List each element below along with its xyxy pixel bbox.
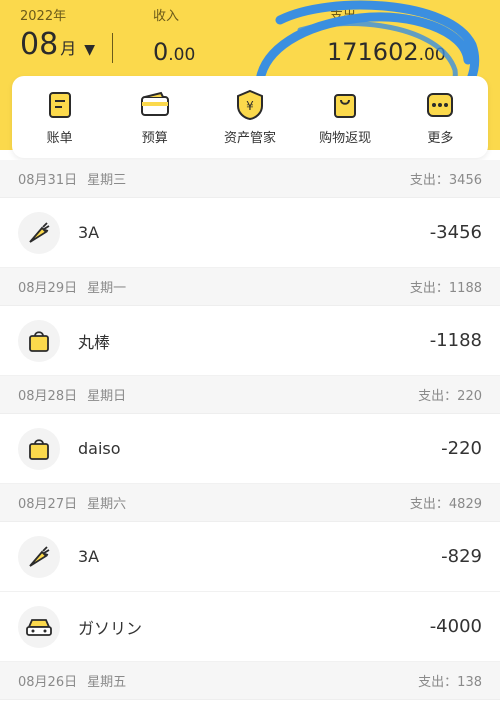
item-title: ガソリン: [78, 618, 143, 638]
month-unit: 月: [60, 39, 77, 58]
income-label: 收入: [153, 9, 180, 24]
quick-actions-card: 账单 预算 ¥ 资产管家 购物返现 更多: [12, 76, 488, 158]
item-amount: -3456: [429, 222, 482, 243]
date-text: 08月31日: [18, 173, 78, 188]
day-header: 08月28日 星期日 支出：220: [0, 376, 500, 414]
more-icon: [424, 89, 456, 121]
income-integer: 0: [153, 38, 169, 66]
date-text: 08月26日: [18, 675, 78, 690]
nav-more[interactable]: 更多: [393, 89, 488, 146]
item-title: 3A: [78, 547, 100, 566]
chevron-down-icon[interactable]: ▼: [84, 42, 95, 58]
svg-text:¥: ¥: [246, 99, 254, 113]
day-date: 08月28日 星期日: [18, 385, 126, 404]
shopping-bag-icon: [18, 427, 60, 470]
item-amount: -4000: [429, 616, 482, 637]
item-amount: -220: [441, 438, 482, 459]
day-header: 08月29日 星期一 支出：1188: [0, 268, 500, 306]
expense-integer: 171602: [327, 38, 419, 66]
nav-bill[interactable]: 账单: [12, 89, 107, 146]
nav-shopping[interactable]: 购物返现: [298, 89, 393, 146]
shopping-bag-icon: [329, 89, 361, 121]
weekday-text: 星期日: [87, 389, 127, 404]
date-text: 08月28日: [18, 389, 78, 404]
day-total: 支出：3456: [409, 173, 482, 188]
nav-asset-label: 资产管家: [223, 130, 276, 146]
day-total: 支出：220: [418, 389, 482, 404]
car-icon: [18, 605, 60, 648]
nav-budget[interactable]: 预算: [107, 89, 202, 146]
day-total: 支出：1188: [409, 281, 482, 296]
shopping-bag-icon: [18, 319, 60, 362]
month-selector[interactable]: 08 月 ▼: [20, 30, 95, 60]
day-header: 08月31日 星期三 支出：3456: [0, 160, 500, 198]
month-number: 08: [20, 27, 59, 62]
expense-decimal: .00: [418, 45, 446, 65]
bill-icon: [44, 89, 76, 121]
list-item[interactable]: 丸棒 -1188: [0, 306, 500, 376]
weekday-text: 星期一: [87, 281, 127, 296]
expense-value: 171602.00: [327, 38, 446, 66]
date-text: 08月27日: [18, 497, 78, 512]
asset-shield-icon: ¥: [234, 89, 266, 121]
list-item[interactable]: 3A -829: [0, 522, 500, 592]
expense-label: 支出: [330, 9, 357, 24]
date-text: 08月29日: [18, 281, 78, 296]
carrot-icon: [18, 211, 60, 254]
budget-wallet-icon: [139, 89, 171, 121]
day-date: 08月29日 星期一: [18, 277, 126, 296]
item-amount: -829: [441, 546, 482, 567]
day-date: 08月26日 星期五: [18, 671, 126, 690]
day-date: 08月27日 星期六: [18, 493, 126, 512]
item-title: daiso: [78, 439, 121, 458]
item-amount: -1188: [429, 330, 482, 351]
day-total: 支出：4829: [409, 497, 482, 512]
day-total: 支出：138: [418, 675, 482, 690]
day-header: 08月27日 星期六 支出：4829: [0, 484, 500, 522]
item-title: 3A: [78, 223, 100, 242]
income-decimal: .00: [168, 45, 196, 65]
weekday-text: 星期三: [87, 173, 127, 188]
list-item[interactable]: ガソリン -4000: [0, 592, 500, 662]
day-header: 08月26日 星期五 支出：138: [0, 662, 500, 700]
item-title: 丸棒: [78, 332, 111, 352]
list-item[interactable]: 3A -3456: [0, 198, 500, 268]
day-date: 08月31日 星期三: [18, 169, 126, 188]
nav-more-label: 更多: [427, 130, 454, 146]
year-label[interactable]: 2022年: [20, 5, 66, 24]
list-item[interactable]: daiso -220: [0, 414, 500, 484]
income-value: 0.00: [153, 38, 195, 66]
weekday-text: 星期六: [87, 497, 127, 512]
weekday-text: 星期五: [87, 675, 127, 690]
nav-asset[interactable]: ¥ 资产管家: [202, 89, 297, 146]
nav-budget-label: 预算: [141, 130, 168, 146]
nav-bill-label: 账单: [46, 130, 73, 146]
nav-shopping-label: 购物返现: [319, 130, 372, 146]
header-divider: [112, 33, 113, 63]
carrot-icon: [18, 535, 60, 578]
transaction-list: 08月31日 星期三 支出：3456 3A -3456 08月29日 星期一 支出：…: [0, 160, 500, 700]
